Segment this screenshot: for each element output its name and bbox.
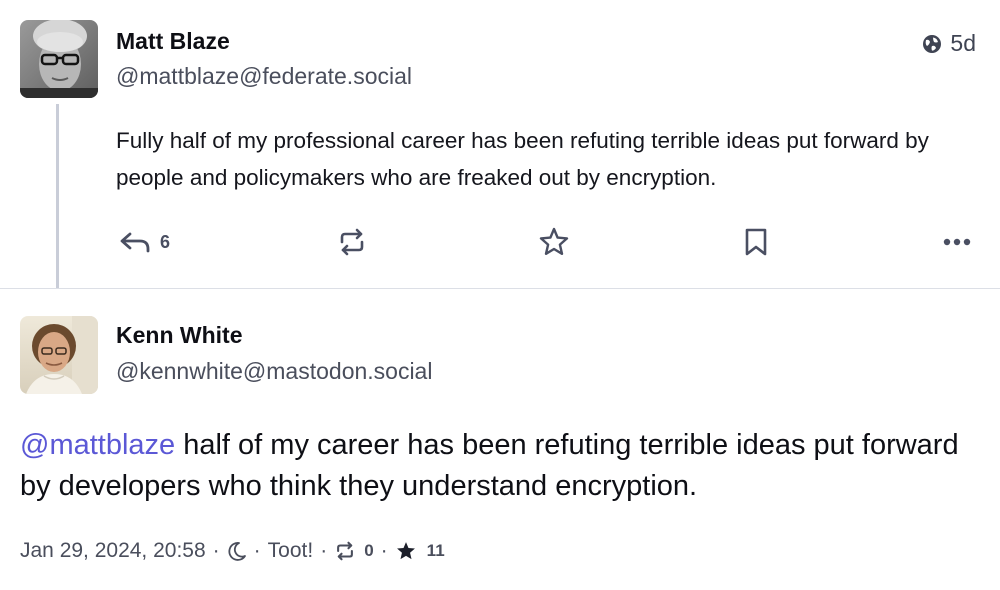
author-handle[interactable]: @kennwhite@mastodon.social: [116, 358, 432, 385]
boost-button[interactable]: [336, 222, 368, 262]
boost-count-link[interactable]: 0: [334, 540, 374, 562]
reply-count: 6: [160, 231, 171, 252]
post-action-bar: 6: [116, 222, 976, 262]
favourite-count: 11: [426, 541, 445, 560]
favourite-count-link[interactable]: 11: [395, 540, 445, 562]
moon-icon: [227, 540, 247, 562]
post-timestamp[interactable]: Jan 29, 2024, 20:58: [20, 539, 206, 563]
bookmark-icon: [742, 226, 770, 258]
author-display-name[interactable]: Kenn White: [116, 322, 243, 349]
post-content: @mattblaze half of my career has been re…: [20, 425, 980, 507]
bookmark-button[interactable]: [742, 222, 770, 262]
post-meta: Jan 29, 2024, 20:58 · · Toot! · 0 · 11: [20, 535, 445, 567]
globe-icon: [922, 34, 942, 54]
author-display-name[interactable]: Matt Blaze: [116, 28, 230, 55]
post-matt-blaze[interactable]: Matt Blaze @mattblaze@federate.social 5d…: [0, 0, 1000, 289]
thread-connector-line: [56, 104, 59, 289]
post-age[interactable]: 5d: [922, 30, 976, 57]
reply-button[interactable]: 6: [118, 222, 170, 262]
boost-icon: [336, 226, 368, 258]
star-filled-icon: [395, 540, 417, 562]
boost-icon: [334, 540, 356, 562]
reply-icon: [118, 229, 152, 255]
post-age-text: 5d: [950, 30, 976, 56]
star-icon: [538, 226, 570, 258]
application-name[interactable]: Toot!: [268, 539, 314, 563]
meta-separator: ·: [212, 539, 220, 562]
mention-link[interactable]: @mattblaze: [20, 429, 175, 461]
more-options-button[interactable]: [942, 222, 972, 262]
meta-separator: ·: [320, 539, 328, 562]
avatar[interactable]: [20, 20, 98, 98]
thread-view: Matt Blaze @mattblaze@federate.social 5d…: [0, 0, 1000, 590]
meta-separator: ·: [380, 539, 388, 562]
meta-separator: ·: [253, 539, 261, 562]
author-handle[interactable]: @mattblaze@federate.social: [116, 63, 412, 90]
favourite-button[interactable]: [538, 222, 570, 262]
boost-count: 0: [364, 541, 374, 560]
post-divider: [0, 288, 1000, 289]
more-icon: [942, 237, 972, 247]
post-content: Fully half of my professional career has…: [116, 128, 929, 190]
avatar[interactable]: [20, 316, 98, 394]
